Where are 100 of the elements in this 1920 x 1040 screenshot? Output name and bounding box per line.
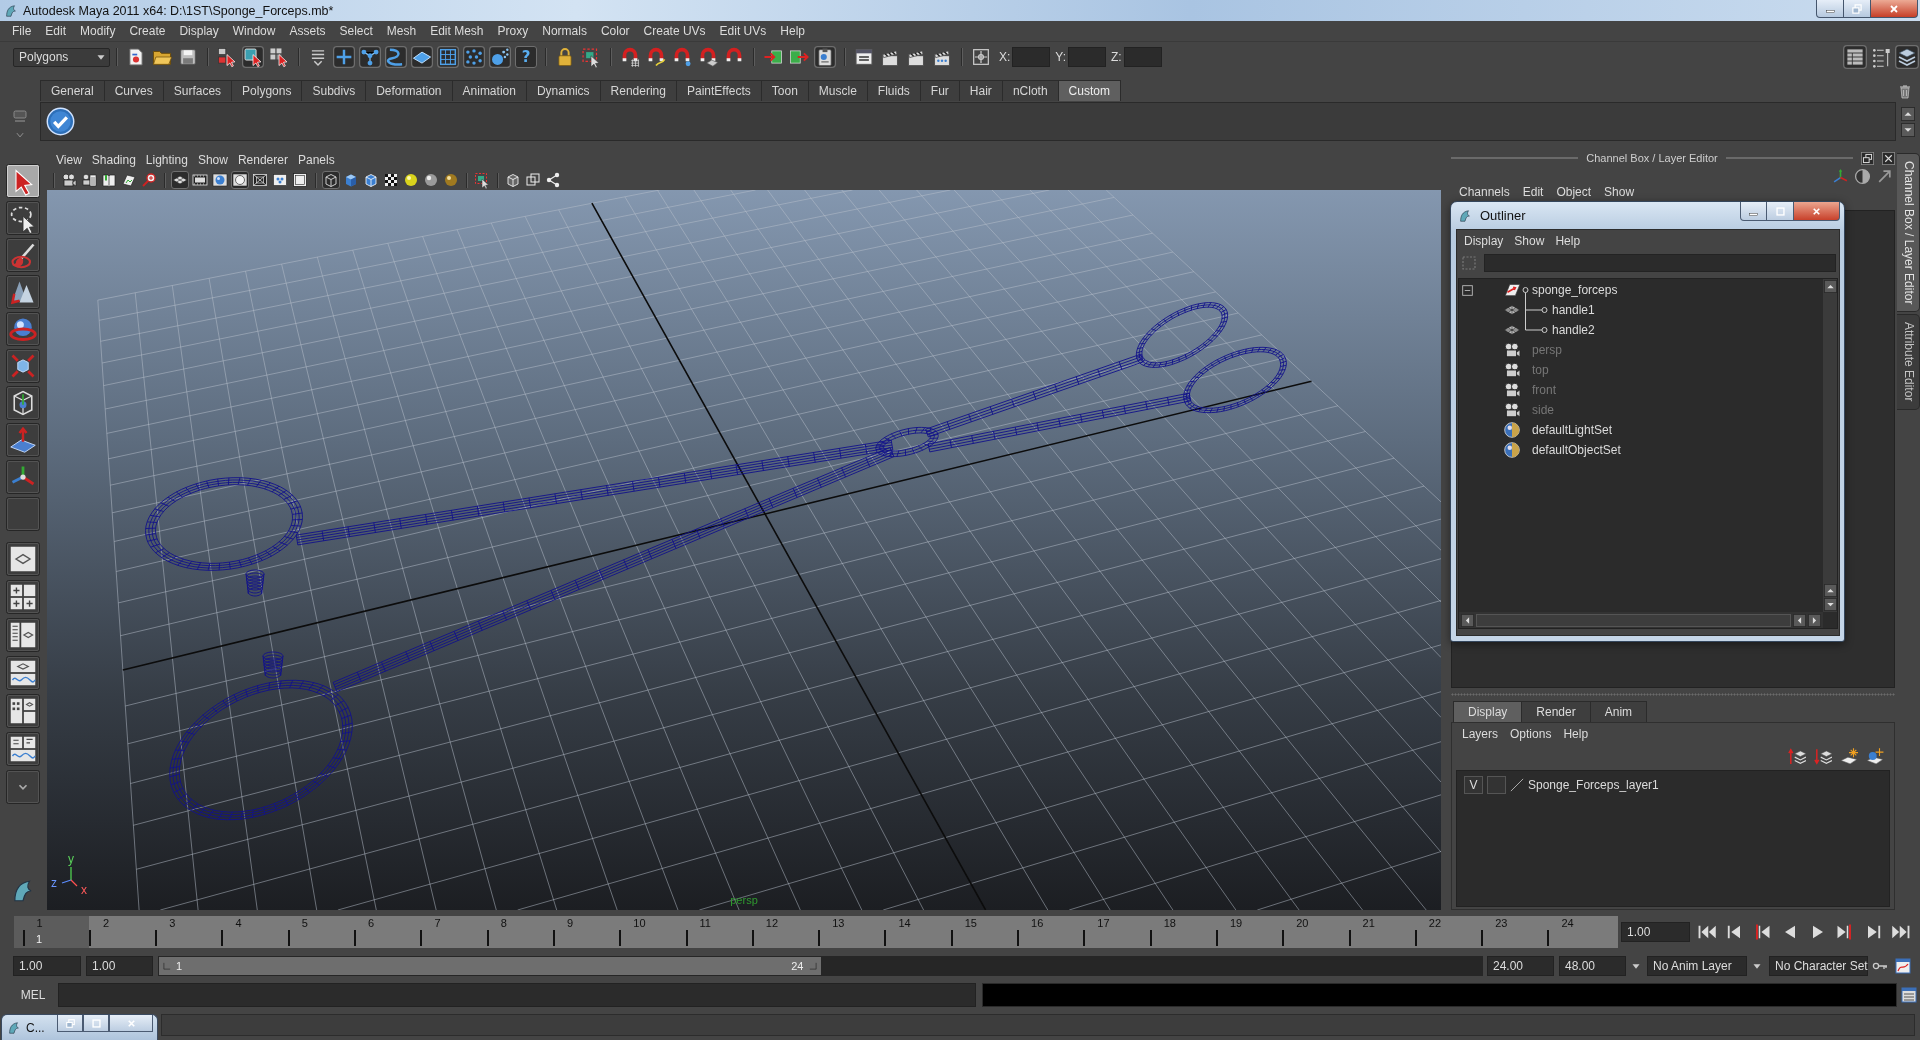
shelf-tab[interactable]: General: [40, 80, 105, 101]
sphere-icon[interactable]: [402, 171, 420, 189]
magnifier-icon[interactable]: [140, 171, 158, 189]
dotted-square-icon[interactable]: [1461, 255, 1477, 271]
shelf-tab[interactable]: nCloth: [1001, 80, 1059, 101]
list-pane-layout-icon[interactable]: [5, 618, 40, 652]
cones-icon[interactable]: [5, 275, 40, 309]
table-icon[interactable]: [1843, 45, 1867, 69]
lasso-cursor-icon[interactable]: [5, 201, 40, 235]
channel-box-menu-item[interactable]: Show: [1600, 186, 1644, 199]
dots-box-icon[interactable]: [271, 171, 289, 189]
shelf-tab[interactable]: Surfaces: [162, 80, 233, 101]
range-slider-track[interactable]: 1 24: [158, 955, 1483, 976]
side-tab[interactable]: Channel Box / Layer Editor: [1897, 153, 1920, 313]
character-set-field[interactable]: No Character Set: [1769, 955, 1868, 976]
panel-menu-item[interactable]: Shading: [86, 153, 141, 167]
grid-plane-icon[interactable]: [171, 171, 189, 189]
brush-icon[interactable]: [5, 238, 40, 272]
layer-editor-tab[interactable]: Display: [1453, 701, 1523, 722]
menu-item[interactable]: Normals: [535, 24, 594, 38]
scroll-up-icon[interactable]: [1823, 584, 1837, 597]
trash-icon[interactable]: [1897, 82, 1913, 99]
range-slider-bar[interactable]: 1 24: [159, 956, 821, 975]
crosshair-box-icon[interactable]: [970, 46, 992, 68]
menu-item[interactable]: Edit UVs: [712, 24, 774, 38]
layers-up-arrow-icon[interactable]: [1788, 747, 1806, 765]
menu-item[interactable]: Edit Mesh: [423, 24, 491, 38]
overlap-squares-icon[interactable]: [524, 171, 542, 189]
panel-menu-item[interactable]: Renderer: [232, 153, 293, 167]
menu-set-dropdown[interactable]: Polygons: [13, 47, 110, 67]
maximize-button[interactable]: [83, 1015, 109, 1032]
layer-visibility-toggle[interactable]: V: [1464, 776, 1483, 794]
menu-item[interactable]: File: [5, 24, 39, 38]
shelf-tab[interactable]: Polygons: [231, 80, 303, 101]
command-input-field[interactable]: [58, 982, 976, 1007]
scroll-up-icon[interactable]: [1823, 280, 1837, 293]
outliner-item[interactable]: defaultObjectSet: [1532, 443, 1621, 457]
script-language-button[interactable]: MEL: [14, 983, 52, 1006]
dashed-box-cursor-icon[interactable]: [580, 46, 602, 68]
start-time-field[interactable]: 1.00: [13, 955, 81, 976]
scroll-up-icon[interactable]: [1901, 106, 1915, 121]
camera-icon[interactable]: [60, 171, 78, 189]
dots-icon[interactable]: [463, 46, 485, 68]
shelf-tab[interactable]: Hair: [958, 80, 1003, 101]
shelf-tab[interactable]: Dynamics: [525, 80, 601, 101]
dashed-box-cursor-icon[interactable]: [473, 171, 491, 189]
menu-item[interactable]: Create UVs: [636, 24, 713, 38]
sphere-spark-icon[interactable]: [1866, 747, 1884, 765]
menu-item[interactable]: Modify: [73, 24, 123, 38]
scroll-down-icon[interactable]: [1901, 122, 1915, 137]
arrow-plane-icon[interactable]: [5, 423, 40, 457]
layers-down-arrow-icon[interactable]: [1814, 747, 1832, 765]
framed-box-icon[interactable]: [291, 171, 309, 189]
menu-item[interactable]: Help: [773, 24, 812, 38]
four-pane-curve-layout-icon[interactable]: [5, 732, 40, 766]
filter-field[interactable]: [1484, 254, 1836, 272]
playback-end-field[interactable]: 24.00: [1487, 955, 1554, 976]
outliner-menu-item[interactable]: Show: [1511, 234, 1553, 248]
menu-item[interactable]: Assets: [282, 24, 333, 38]
close-button[interactable]: [1871, 0, 1918, 18]
share-nodes-icon[interactable]: [544, 171, 562, 189]
shelf-tab[interactable]: Fluids: [866, 80, 921, 101]
minimized-window[interactable]: C...: [1, 1014, 158, 1040]
arrow-icon[interactable]: [1876, 167, 1893, 185]
layers-icon[interactable]: [1895, 45, 1919, 69]
sphere-icon[interactable]: [442, 171, 460, 189]
shelf-tab[interactable]: Animation: [451, 80, 527, 101]
outliner-item[interactable]: defaultLightSet: [1532, 423, 1613, 437]
close-button[interactable]: [1794, 202, 1840, 221]
layer-menu-item[interactable]: Layers: [1458, 727, 1507, 741]
cube-outline-icon[interactable]: [504, 171, 522, 189]
four-pane-layout-icon[interactable]: [5, 580, 40, 614]
collapse-box-icon[interactable]: [1462, 284, 1473, 296]
panel-menu-item[interactable]: Show: [192, 153, 233, 167]
tilted-plane-icon[interactable]: [120, 171, 138, 189]
shelf-tab[interactable]: Rendering: [599, 80, 677, 101]
panel-menu-item[interactable]: Panels: [292, 153, 340, 167]
box-cursor-icon[interactable]: [242, 46, 264, 68]
close-button[interactable]: [109, 1015, 153, 1032]
panel-menu-item[interactable]: View: [51, 153, 87, 167]
layer-menu-item[interactable]: Help: [1559, 727, 1597, 741]
shelf-tab[interactable]: Custom: [1057, 80, 1121, 101]
ring-icon[interactable]: [231, 171, 249, 189]
triad-icon[interactable]: [5, 460, 40, 494]
wire-cube-icon[interactable]: [322, 171, 340, 189]
close-icon[interactable]: [1882, 151, 1895, 165]
restore-button[interactable]: [1844, 0, 1871, 18]
channel-box-menu-item[interactable]: Object: [1552, 186, 1601, 199]
overlap-squares-icon[interactable]: [1861, 151, 1874, 165]
sphere-icon[interactable]: [422, 171, 440, 189]
horizontal-scrollbar[interactable]: [1459, 612, 1823, 628]
plane-spark-icon[interactable]: [1840, 747, 1858, 765]
scroll-left-icon[interactable]: [1793, 613, 1806, 627]
layer-editor-tab[interactable]: Render: [1521, 701, 1591, 722]
outliner-item[interactable]: handle2: [1552, 323, 1595, 337]
scroll-right-icon[interactable]: [1808, 613, 1821, 627]
vertical-scrollbar[interactable]: [1823, 279, 1837, 612]
anim-layer-field[interactable]: No Anim Layer: [1647, 955, 1747, 976]
squares-cursor-icon[interactable]: [216, 46, 238, 68]
single-pane-layout-icon[interactable]: [5, 542, 40, 576]
